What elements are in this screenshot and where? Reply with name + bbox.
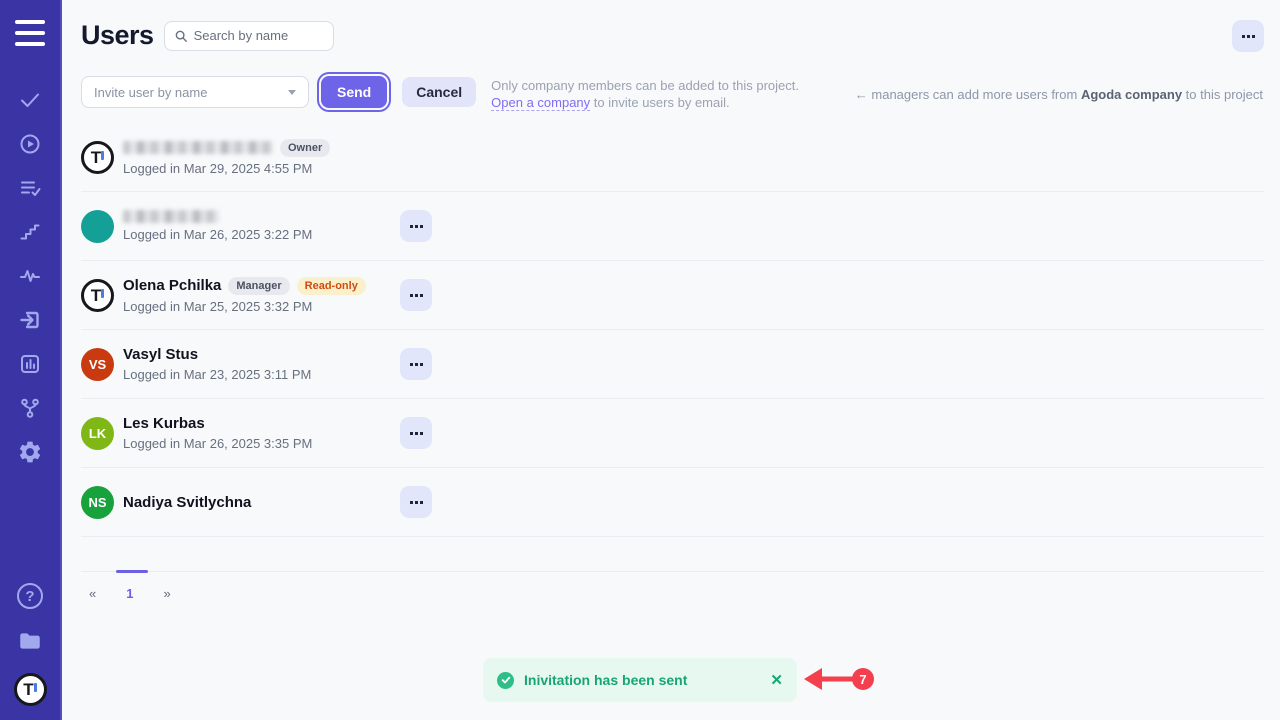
role-badge: Owner: [280, 139, 330, 157]
user-text: Owner Logged in Mar 29, 2025 4:55 PM: [123, 139, 330, 176]
last-login: Logged in Mar 26, 2025 3:35 PM: [123, 436, 312, 451]
open-company-link[interactable]: Open a company: [491, 95, 590, 111]
sidebar: ? T: [0, 0, 62, 720]
search-box: [164, 21, 334, 51]
row-options-button[interactable]: [400, 417, 432, 449]
managers-note: ← managers can add more users from Agoda…: [855, 87, 1263, 102]
last-login: Logged in Mar 25, 2025 3:32 PM: [123, 299, 366, 314]
table-row: NS Nadiya Svitlychna: [81, 468, 1264, 537]
toast-message: Inivitation has been sent: [524, 672, 760, 688]
readonly-badge: Read-only: [297, 277, 366, 295]
avatar: [81, 210, 114, 243]
branch-icon[interactable]: [12, 396, 48, 420]
logo-accent: [101, 151, 104, 160]
invite-select-placeholder: Invite user by name: [94, 85, 207, 100]
table-row: T Olena Pchilka Manager Read-only Logged…: [81, 261, 1264, 330]
import-box-icon[interactable]: [12, 308, 48, 332]
active-page-indicator: [116, 570, 148, 573]
red-arrow-icon: [802, 664, 854, 694]
table-row: VS Vasyl Stus Logged in Mar 23, 2025 3:1…: [81, 330, 1264, 399]
help-glyph: ?: [25, 588, 34, 605]
redacted-user-name: [123, 141, 273, 154]
page-header: Users: [81, 20, 1264, 51]
note-prefix: managers can add more users from: [871, 87, 1081, 102]
page-options-button[interactable]: [1232, 20, 1264, 52]
user-text: Olena Pchilka Manager Read-only Logged i…: [123, 277, 366, 314]
search-icon: [174, 29, 188, 43]
avatar: VS: [81, 348, 114, 381]
invite-info-line1: Only company members can be added to thi…: [491, 78, 799, 93]
logo-letter: T: [91, 287, 101, 304]
avatar: LK: [81, 417, 114, 450]
avatar: T: [81, 141, 114, 174]
last-login: Logged in Mar 29, 2025 4:55 PM: [123, 161, 330, 176]
main-content: Users Invite user by name Send Cancel On…: [62, 0, 1280, 720]
search-input[interactable]: [194, 28, 324, 43]
table-row: LK Les Kurbas Logged in Mar 26, 2025 3:3…: [81, 399, 1264, 468]
pagination-prev[interactable]: «: [81, 584, 104, 603]
user-name: Vasyl Stus: [123, 346, 198, 363]
cancel-button[interactable]: Cancel: [402, 77, 476, 107]
left-arrow-glyph: ←: [855, 87, 872, 102]
sidebar-nav: [12, 88, 48, 464]
table-row: T Owner Logged in Mar 29, 2025 4:55 PM: [81, 123, 1264, 192]
send-button[interactable]: Send: [321, 76, 387, 108]
user-text: Les Kurbas Logged in Mar 26, 2025 3:35 P…: [123, 415, 312, 451]
bar-chart-icon[interactable]: [12, 352, 48, 376]
row-options-button[interactable]: [400, 210, 432, 242]
pagination: « 1 »: [81, 571, 1264, 603]
user-list: T Owner Logged in Mar 29, 2025 4:55 PM L…: [81, 123, 1264, 537]
close-icon[interactable]: ✕: [770, 673, 783, 688]
steps-icon[interactable]: [12, 220, 48, 244]
app-logo[interactable]: T: [14, 673, 47, 706]
invite-info-line2: to invite users by email.: [590, 95, 729, 110]
user-text: Vasyl Stus Logged in Mar 23, 2025 3:11 P…: [123, 346, 311, 382]
user-name: Les Kurbas: [123, 415, 205, 432]
logo-letter: T: [23, 681, 33, 698]
table-row: Logged in Mar 26, 2025 3:22 PM: [81, 192, 1264, 261]
success-check-icon: [497, 672, 514, 689]
user-text: Logged in Mar 26, 2025 3:22 PM: [123, 210, 312, 242]
folder-icon[interactable]: [12, 629, 48, 653]
annotation-arrow: 7: [802, 664, 874, 694]
avatar: NS: [81, 486, 114, 519]
last-login: Logged in Mar 23, 2025 3:11 PM: [123, 367, 311, 382]
gear-icon[interactable]: [12, 440, 48, 464]
hamburger-menu-icon[interactable]: [15, 20, 45, 46]
user-name: Olena Pchilka: [123, 277, 221, 294]
logo-accent: [34, 683, 37, 692]
pagination-page-1[interactable]: 1: [118, 584, 141, 603]
sidebar-bottom: ? T: [12, 583, 48, 706]
help-icon[interactable]: ?: [17, 583, 43, 609]
role-badge: Manager: [228, 277, 289, 295]
invite-info-text: Only company members can be added to thi…: [491, 76, 799, 111]
play-circle-icon[interactable]: [12, 132, 48, 156]
row-options-button[interactable]: [400, 279, 432, 311]
avatar: T: [81, 279, 114, 312]
toast-notification: Inivitation has been sent ✕: [483, 658, 797, 702]
last-login: Logged in Mar 26, 2025 3:22 PM: [123, 227, 312, 242]
chevron-down-icon: [288, 90, 296, 95]
pagination-next[interactable]: »: [155, 584, 178, 603]
note-company-name: Agoda company: [1081, 87, 1182, 102]
user-name: Nadiya Svitlychna: [123, 494, 251, 511]
user-text: Nadiya Svitlychna: [123, 494, 251, 511]
check-icon[interactable]: [12, 88, 48, 112]
row-options-button[interactable]: [400, 348, 432, 380]
invite-user-select[interactable]: Invite user by name: [81, 76, 309, 108]
page-title: Users: [81, 20, 154, 51]
row-options-button[interactable]: [400, 486, 432, 518]
note-suffix: to this project: [1182, 87, 1263, 102]
logo-letter: T: [91, 149, 101, 166]
logo-accent: [101, 289, 104, 298]
activity-pulse-icon[interactable]: [12, 264, 48, 288]
annotation-number-badge: 7: [852, 668, 874, 690]
list-check-icon[interactable]: [12, 176, 48, 200]
redacted-user-name: [123, 210, 219, 223]
